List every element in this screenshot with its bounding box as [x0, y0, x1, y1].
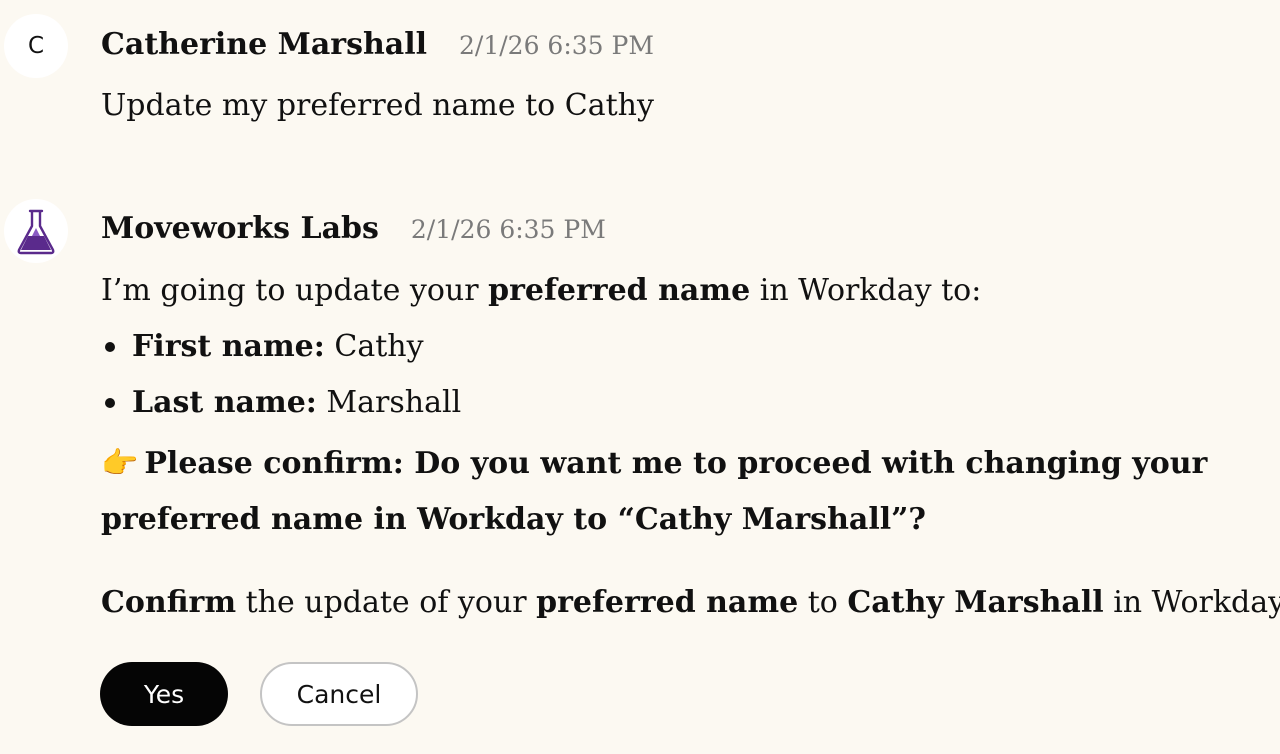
flask-icon: [17, 209, 55, 255]
bot-sender-name: Moveworks Labs: [101, 211, 379, 246]
pointing-hand-icon: 👉: [101, 446, 139, 481]
bullet-dot: [105, 398, 115, 408]
intro-suffix: in Workday to:: [750, 273, 982, 308]
user-message-text: Update my preferred name to Cathy: [101, 88, 654, 123]
confirm-summary: Confirm the update of your preferred nam…: [101, 583, 1280, 623]
summary-part3: preferred name: [536, 585, 799, 620]
bullet-dot: [105, 342, 115, 352]
yes-button[interactable]: Yes: [100, 662, 228, 726]
user-avatar-letter: C: [27, 33, 45, 59]
bot-message-timestamp: 2/1/26 6:35 PM: [410, 215, 606, 244]
summary-part1: Confirm: [101, 585, 237, 620]
user-avatar: C: [4, 14, 68, 78]
summary-part2: the update of your: [236, 585, 537, 620]
confirm-prompt: 👉 Please confirm: Do you want me to proce…: [101, 436, 1271, 548]
intro-prefix: I’m going to update your: [101, 273, 489, 308]
bot-message-header: Moveworks Labs 2/1/26 6:35 PM: [101, 211, 606, 246]
summary-part6: in Workday.: [1103, 585, 1280, 620]
bot-intro-text: I’m going to update your preferred name …: [101, 271, 981, 311]
summary-part4: to: [798, 585, 848, 620]
cancel-button[interactable]: Cancel: [260, 662, 418, 726]
user-message-header: Catherine Marshall 2/1/26 6:35 PM: [101, 27, 654, 62]
bullet-label: First name:: [132, 329, 325, 364]
list-item: Last name: Marshall: [101, 383, 461, 423]
user-sender-name: Catherine Marshall: [101, 27, 428, 62]
bullet-value: Cathy: [324, 329, 424, 364]
list-item: First name: Cathy: [101, 327, 424, 367]
intro-bold: preferred name: [488, 273, 751, 308]
bullet-value: Marshall: [316, 385, 462, 420]
confirm-prompt-text: Please confirm: Do you want me to procee…: [101, 446, 1208, 537]
user-message-timestamp: 2/1/26 6:35 PM: [459, 31, 654, 60]
bot-avatar: [4, 199, 68, 263]
action-buttons: Yes Cancel: [100, 662, 418, 726]
bullet-label: Last name:: [132, 385, 317, 420]
summary-part5: Cathy Marshall: [847, 585, 1104, 620]
